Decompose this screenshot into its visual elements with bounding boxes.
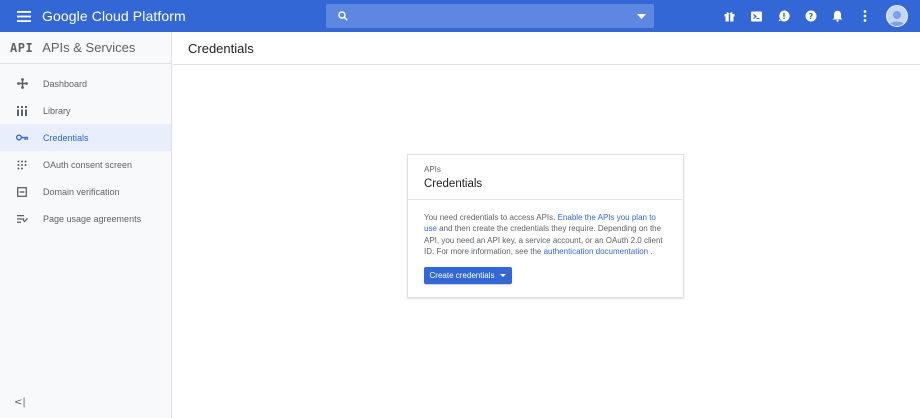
project-dropdown-caret-icon[interactable] xyxy=(637,13,646,19)
card-header: APIs Credentials xyxy=(408,155,683,200)
create-credentials-button[interactable]: Create credentials xyxy=(424,267,512,285)
agreements-icon xyxy=(14,211,30,227)
avatar[interactable] xyxy=(886,5,908,27)
sidebar-item-label: Library xyxy=(43,105,71,116)
card-body: You need credentials to access APIs. Ena… xyxy=(408,200,683,285)
sidebar-item-page-usage-agreements[interactable]: Page usage agreements xyxy=(0,205,171,232)
card-title: Credentials xyxy=(424,178,483,190)
top-bar-actions: ? xyxy=(716,0,920,32)
library-icon xyxy=(14,103,30,119)
page-title: Credentials xyxy=(188,40,254,56)
more-vert-icon[interactable] xyxy=(851,0,878,32)
sidebar-item-label: Credentials xyxy=(43,132,89,143)
dashboard-icon xyxy=(14,76,30,92)
card-text: . xyxy=(648,246,653,256)
sidebar-list: Dashboard Library Credentials OAuth cons… xyxy=(0,70,171,232)
api-logo: API xyxy=(10,40,34,55)
hamburger-menu-icon[interactable] xyxy=(8,0,40,32)
credentials-empty-card: APIs Credentials You need credentials to… xyxy=(407,154,684,298)
search-icon xyxy=(338,11,348,21)
oauth-icon xyxy=(14,157,30,173)
search-input[interactable] xyxy=(354,5,637,27)
sidebar-item-library[interactable]: Library xyxy=(0,97,171,124)
sidebar-item-label: Dashboard xyxy=(43,78,88,89)
sidebar-item-label: Page usage agreements xyxy=(43,213,142,224)
card-text: You need credentials to access APIs. xyxy=(424,213,558,222)
domain-icon xyxy=(14,184,30,200)
sidebar-item-label: OAuth consent screen xyxy=(43,159,133,170)
gift-icon[interactable] xyxy=(716,0,743,32)
product-name[interactable]: Google Cloud Platform xyxy=(42,8,186,24)
authentication-documentation-link[interactable]: authentication documentation xyxy=(544,247,649,256)
search-bar[interactable] xyxy=(326,4,654,28)
sidebar-item-domain-verification[interactable]: Domain verification xyxy=(0,178,171,205)
create-credentials-label: Create credentials xyxy=(429,271,495,281)
page-header: Credentials xyxy=(173,32,920,65)
left-nav: API APIs & Services Dashboard Library Cr… xyxy=(0,32,172,418)
sidebar-item-credentials[interactable]: Credentials xyxy=(0,124,171,151)
sidebar-title: APIs & Services xyxy=(42,40,136,55)
svg-text:?: ? xyxy=(808,12,813,21)
top-app-bar: Google Cloud Platform ? xyxy=(0,0,920,32)
sidebar-item-dashboard[interactable]: Dashboard xyxy=(0,70,171,97)
bell-icon[interactable] xyxy=(824,0,851,32)
sidebar-item-oauth-consent-screen[interactable]: OAuth consent screen xyxy=(0,151,171,178)
chevron-down-icon xyxy=(500,274,507,278)
key-icon xyxy=(14,130,30,146)
card-eyebrow: APIs xyxy=(424,165,441,174)
sidebar-item-label: Domain verification xyxy=(43,186,120,197)
cloud-shell-icon[interactable] xyxy=(743,0,770,32)
collapse-sidebar-icon[interactable]: <| xyxy=(14,397,26,408)
notifications-alert-icon[interactable] xyxy=(770,0,797,32)
sidebar-header: API APIs & Services xyxy=(0,32,171,64)
card-description: You need credentials to access APIs. Ena… xyxy=(424,212,667,257)
help-icon[interactable]: ? xyxy=(797,0,824,32)
